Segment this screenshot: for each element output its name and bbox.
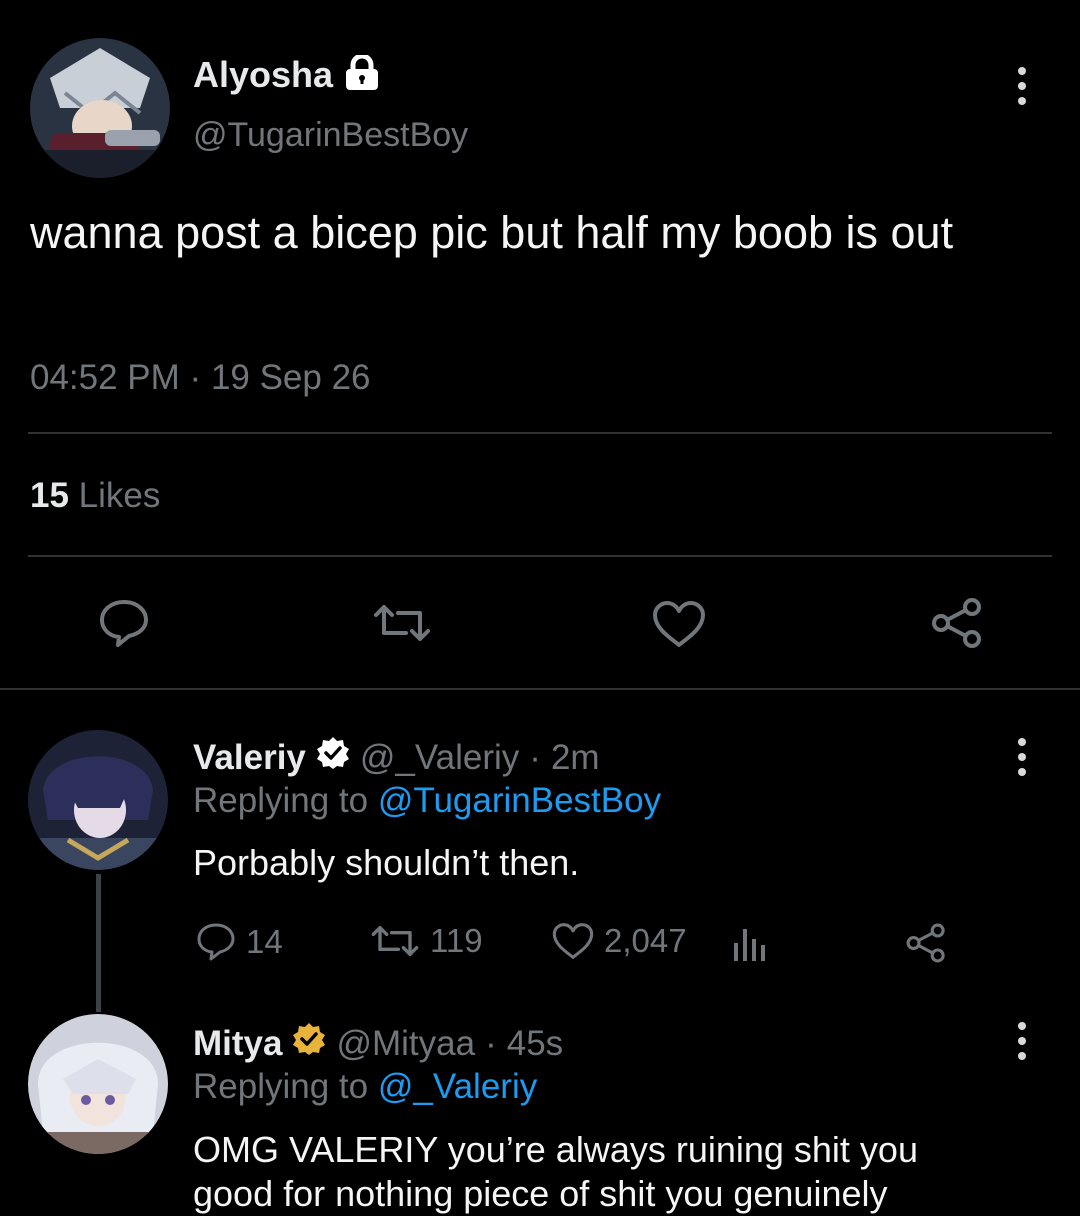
more-options-icon[interactable]	[1016, 1022, 1028, 1060]
likes-count: 15	[30, 476, 69, 515]
like-icon	[552, 923, 594, 959]
replying-to-link[interactable]: @_Valeriy	[378, 1067, 537, 1106]
lock-icon	[343, 53, 381, 96]
divider	[28, 555, 1052, 557]
divider	[28, 432, 1052, 434]
meta-separator: ·	[485, 1023, 497, 1063]
reply-text: Porbably shouldn’t then.	[193, 842, 580, 883]
reply-header: Valeriy @_Valeriy · 2m	[193, 736, 600, 779]
reply-author-handle[interactable]: @Mityaa	[336, 1024, 475, 1064]
author-avatar[interactable]	[30, 38, 170, 178]
retweet-icon	[374, 605, 430, 641]
verified-badge-icon	[316, 736, 350, 779]
more-options-icon[interactable]	[1016, 67, 1028, 105]
reply-time: 45s	[506, 1023, 564, 1063]
thread-line	[96, 874, 101, 1012]
reply-avatar[interactable]	[28, 1014, 168, 1154]
like-count: 2,047	[604, 922, 687, 959]
replying-to: Replying to @_Valeriy	[193, 1067, 537, 1107]
retweet-count-button[interactable]: 119	[370, 922, 483, 960]
analytics-button[interactable]	[732, 925, 768, 968]
share-icon	[906, 923, 945, 963]
like-button[interactable]	[652, 600, 706, 648]
share-icon	[932, 598, 981, 648]
more-options-icon[interactable]	[1016, 738, 1028, 776]
likes-label: Likes	[78, 476, 161, 515]
retweet-count: 119	[430, 922, 483, 959]
tweet-time: 04:52 PM	[30, 358, 180, 397]
tweet-timestamp: 04:52 PM · 19 Sep 26	[30, 358, 371, 398]
share-button[interactable]	[905, 922, 947, 969]
reply-author-name[interactable]: Valeriy	[193, 738, 306, 778]
like-icon	[653, 601, 705, 647]
author-handle[interactable]: @TugarinBestBoy	[193, 116, 468, 155]
reply-icon	[197, 923, 235, 961]
reply-button[interactable]	[98, 598, 150, 648]
reply-avatar[interactable]	[28, 730, 168, 870]
reply-icon	[100, 600, 148, 647]
reply-author-name[interactable]: Mitya	[193, 1024, 282, 1064]
tweet-text: wanna post a bicep pic but half my boob …	[30, 207, 954, 258]
reply-author-handle[interactable]: @_Valeriy	[360, 738, 519, 778]
analytics-icon	[734, 929, 765, 961]
replying-to-label: Replying to	[193, 1067, 369, 1106]
meta-separator: ·	[529, 737, 541, 777]
tweet-date: 19 Sep 26	[210, 358, 371, 397]
like-count-button[interactable]: 2,047	[552, 922, 687, 960]
reply-count: 14	[246, 923, 283, 960]
divider	[0, 688, 1080, 690]
reply-text-line: good for nothing piece of shit you genui…	[193, 1173, 888, 1214]
reply-text: OMG VALERIY you’re always ruining shit y…	[193, 1128, 918, 1216]
verified-badge-icon	[292, 1022, 326, 1065]
replying-to: Replying to @TugarinBestBoy	[193, 781, 661, 821]
replying-to-label: Replying to	[193, 781, 369, 820]
share-button[interactable]	[930, 597, 984, 649]
retweet-icon	[371, 926, 419, 956]
timestamp-separator: ·	[189, 358, 211, 397]
reply-count-button[interactable]: 14	[196, 922, 283, 962]
replying-to-link[interactable]: @TugarinBestBoy	[378, 781, 661, 820]
retweet-button[interactable]	[372, 603, 432, 643]
author-name[interactable]: Alyosha	[193, 54, 333, 96]
reply-time: 2m	[550, 737, 600, 777]
likes-stat[interactable]: 15 Likes	[30, 476, 160, 516]
reply-header: Mitya @Mityaa · 45s	[193, 1022, 563, 1065]
reply-text-line: OMG VALERIY you’re always ruining shit y…	[193, 1129, 918, 1170]
